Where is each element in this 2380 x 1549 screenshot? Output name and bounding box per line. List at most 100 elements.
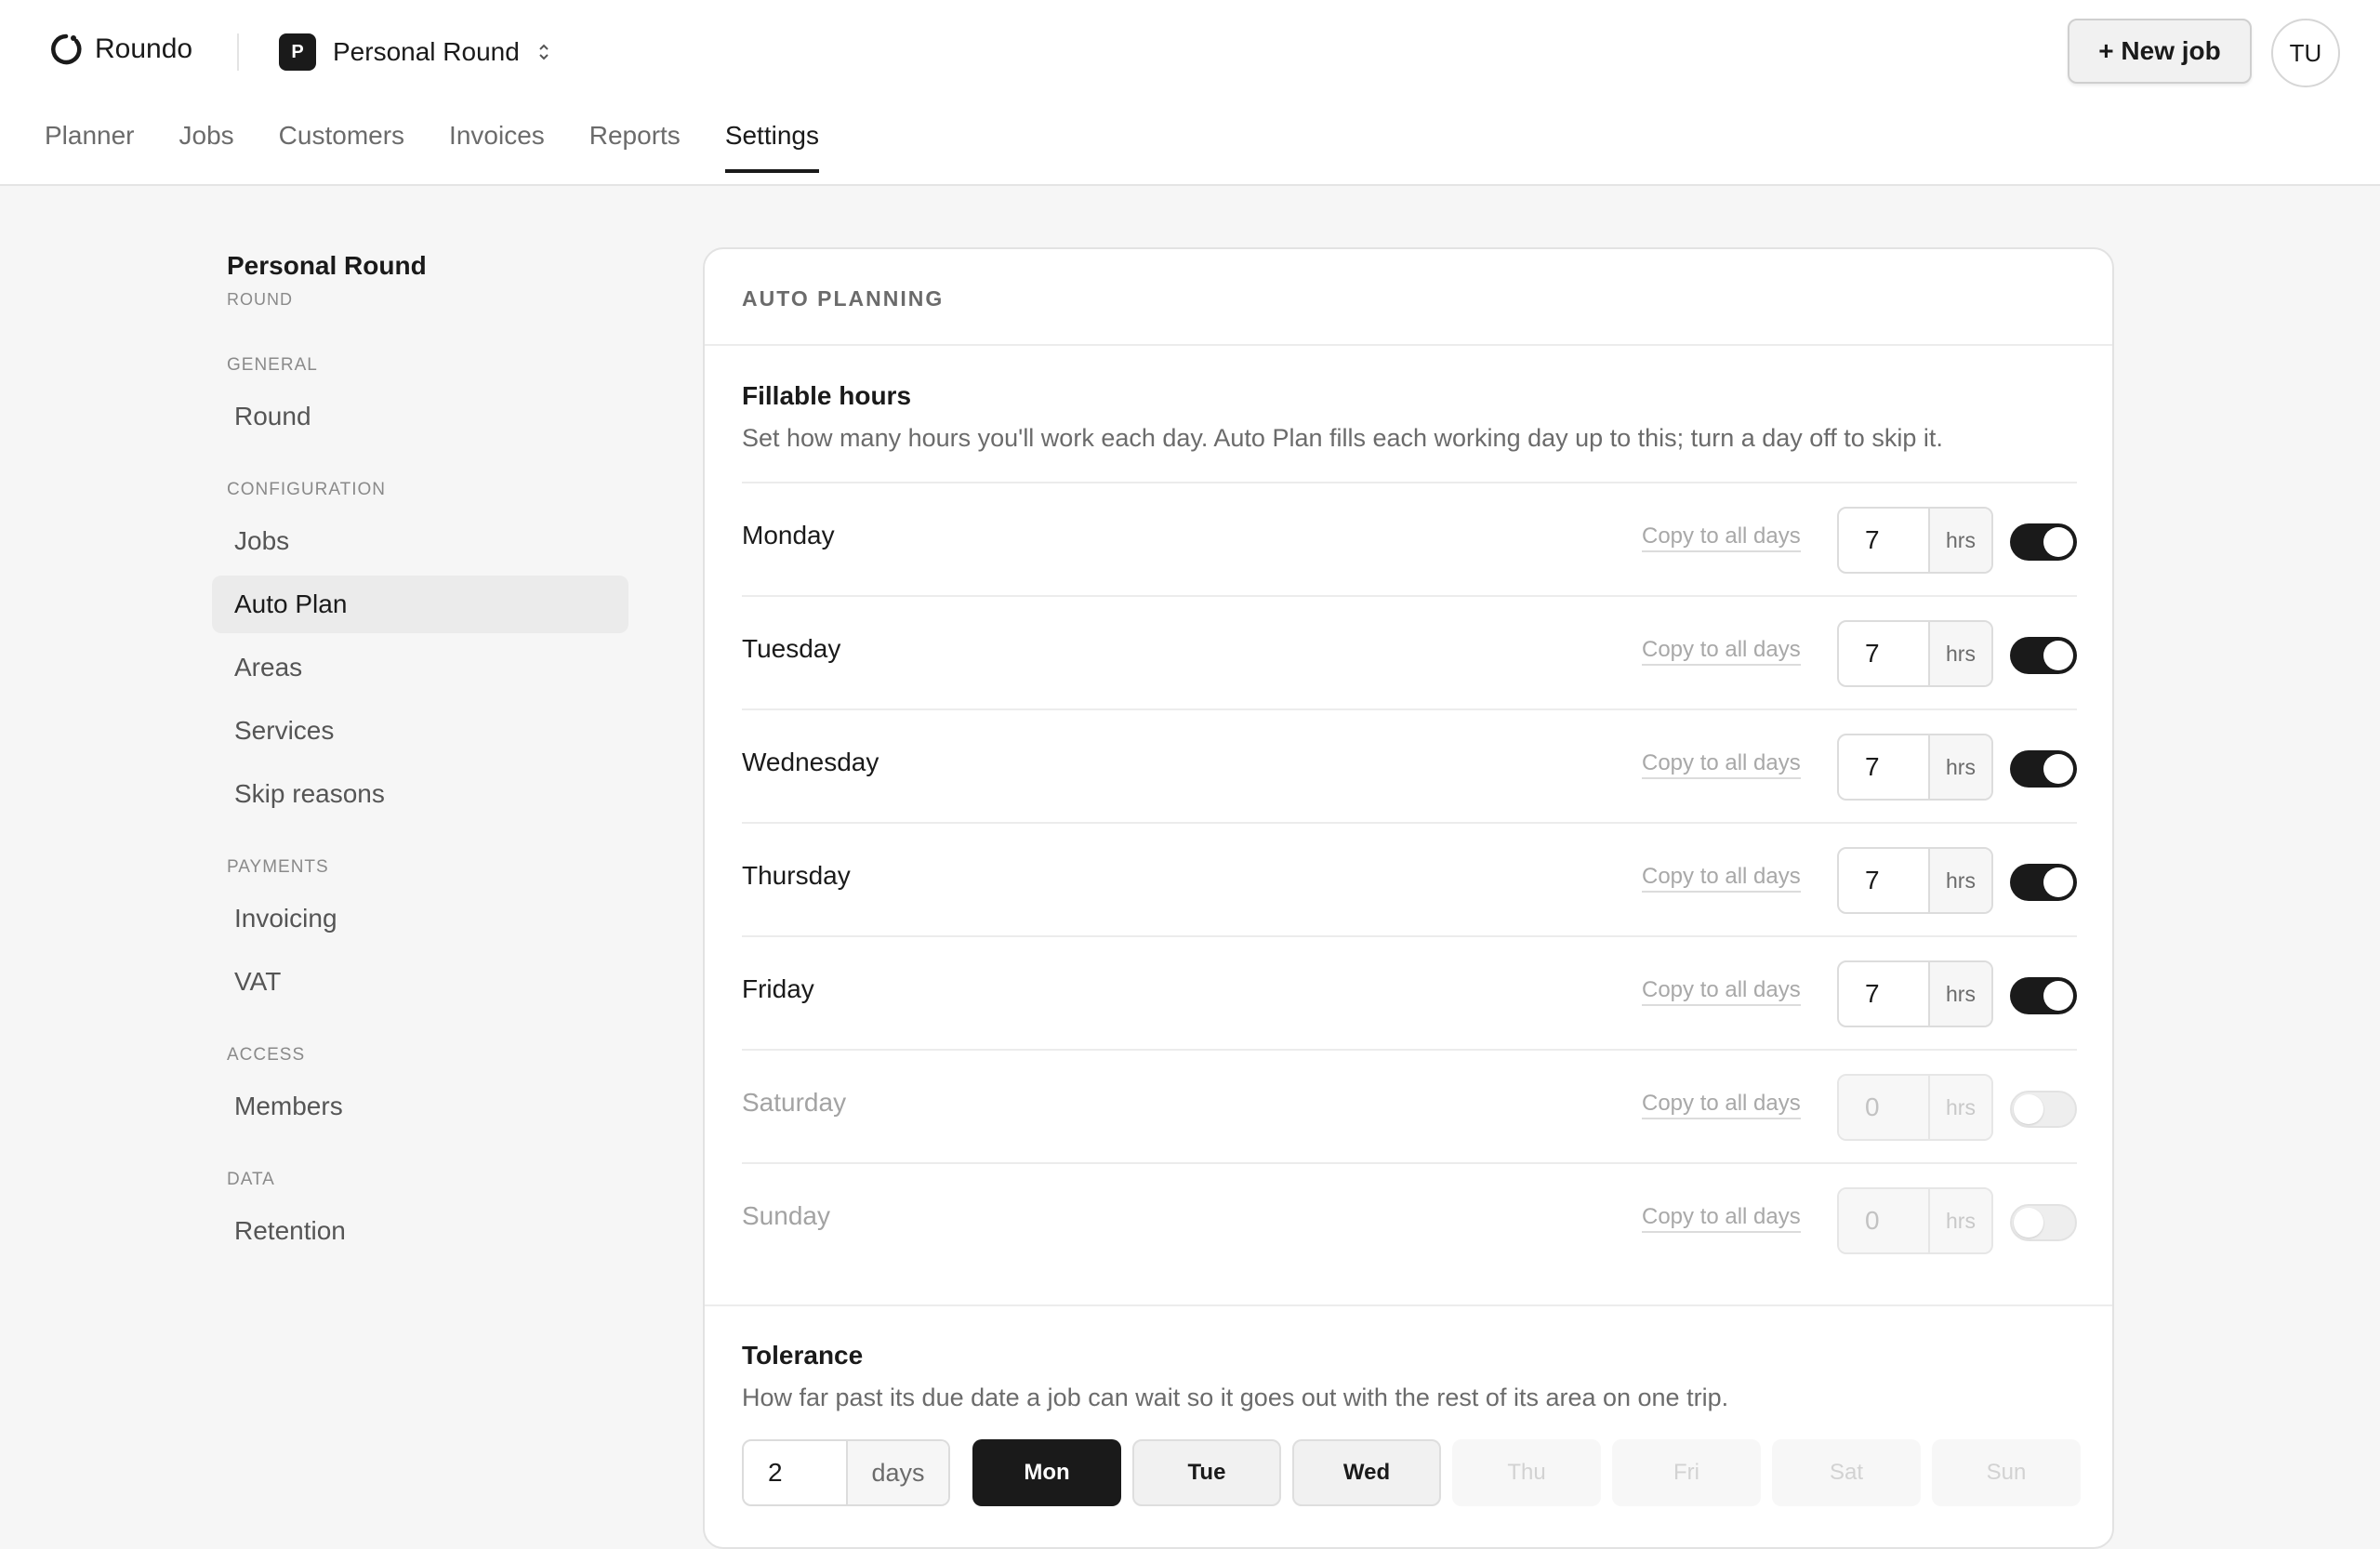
day-name: Saturday xyxy=(742,1088,847,1117)
tolerance-day-fri[interactable]: Fri xyxy=(1612,1439,1761,1506)
hours-input-group: 7 hrs xyxy=(1837,620,1993,687)
sidebar-item-vat[interactable]: VAT xyxy=(212,953,628,1011)
hours-unit: hrs xyxy=(1930,622,1991,685)
tolerance-days-unit: days xyxy=(848,1441,948,1504)
card-heading: AUTO PLANNING xyxy=(742,286,945,311)
tolerance-description: How far past its due date a job can wait… xyxy=(742,1384,1729,1411)
toggle-knob xyxy=(2014,1094,2043,1124)
tolerance-title: Tolerance xyxy=(742,1341,864,1370)
hours-unit: hrs xyxy=(1930,509,1991,572)
tab-planner[interactable]: Planner xyxy=(45,121,135,171)
day-row-thursday: Thursday Copy to all days 7 hrs xyxy=(742,822,2077,935)
hours-unit: hrs xyxy=(1930,735,1991,799)
hours-unit: hrs xyxy=(1930,1189,1991,1252)
day-enabled-toggle[interactable] xyxy=(2010,977,2077,1014)
tolerance-day-mon[interactable]: Mon xyxy=(972,1439,1121,1506)
hours-input[interactable]: 0 xyxy=(1839,1189,1930,1252)
copy-to-all-days-link[interactable]: Copy to all days xyxy=(1642,523,1801,553)
tab-invoices[interactable]: Invoices xyxy=(449,121,545,171)
copy-to-all-days-link[interactable]: Copy to all days xyxy=(1642,864,1801,894)
app-logo[interactable]: Roundo xyxy=(48,32,192,67)
tolerance-days-input-group: 2 days xyxy=(742,1439,950,1506)
copy-to-all-days-link[interactable]: Copy to all days xyxy=(1642,637,1801,667)
hours-unit: hrs xyxy=(1930,1076,1991,1139)
toggle-knob xyxy=(2043,981,2073,1011)
hours-input[interactable]: 0 xyxy=(1839,1076,1930,1139)
sidebar-item-areas[interactable]: Areas xyxy=(212,639,628,696)
fillable-hours-description: Set how many hours you'll work each day.… xyxy=(742,424,1943,452)
sidebar-item-services[interactable]: Services xyxy=(212,702,628,760)
copy-to-all-days-link[interactable]: Copy to all days xyxy=(1642,750,1801,780)
avatar[interactable]: TU xyxy=(2271,19,2340,87)
copy-to-all-days-link[interactable]: Copy to all days xyxy=(1642,977,1801,1007)
sidebar-group-configuration: CONFIGURATION xyxy=(227,480,386,499)
tolerance-day-tue[interactable]: Tue xyxy=(1132,1439,1281,1506)
toggle-knob xyxy=(2043,527,2073,557)
day-name: Sunday xyxy=(742,1201,830,1230)
sidebar-group-general: GENERAL xyxy=(227,355,318,375)
section-divider xyxy=(705,1304,2112,1306)
sidebar-item-retention[interactable]: Retention xyxy=(212,1202,628,1260)
app-name: Roundo xyxy=(95,33,193,64)
workspace-switcher[interactable]: P Personal Round xyxy=(279,33,551,71)
hours-input[interactable]: 7 xyxy=(1839,622,1930,685)
sidebar-title: Personal Round xyxy=(227,251,427,280)
tolerance-day-wed[interactable]: Wed xyxy=(1292,1439,1441,1506)
sidebar-item-auto-plan[interactable]: Auto Plan xyxy=(212,576,628,633)
auto-planning-card: AUTO PLANNING Fillable hours Set how man… xyxy=(703,247,2114,1549)
day-enabled-toggle[interactable] xyxy=(2010,750,2077,788)
card-header: AUTO PLANNING xyxy=(705,249,2112,346)
toggle-knob xyxy=(2014,1208,2043,1238)
hours-input[interactable]: 7 xyxy=(1839,962,1930,1026)
tolerance-days-input[interactable]: 2 xyxy=(744,1441,848,1504)
sidebar-subtitle: ROUND xyxy=(227,290,293,309)
chevron-up-down-icon xyxy=(539,44,549,60)
day-row-tuesday: Tuesday Copy to all days 7 hrs xyxy=(742,595,2077,708)
tab-jobs[interactable]: Jobs xyxy=(179,121,234,171)
sidebar-item-invoicing[interactable]: Invoicing xyxy=(212,890,628,947)
day-enabled-toggle[interactable] xyxy=(2010,864,2077,901)
workspace-name: Personal Round xyxy=(333,37,520,66)
tolerance-day-sat[interactable]: Sat xyxy=(1772,1439,1921,1506)
copy-to-all-days-link[interactable]: Copy to all days xyxy=(1642,1091,1801,1120)
tab-reports[interactable]: Reports xyxy=(589,121,681,171)
day-name: Friday xyxy=(742,974,814,1003)
hours-unit: hrs xyxy=(1930,849,1991,912)
sidebar-item-members[interactable]: Members xyxy=(212,1078,628,1135)
hours-unit: hrs xyxy=(1930,962,1991,1026)
hours-input-group: 7 hrs xyxy=(1837,847,1993,914)
hours-input-group: 7 hrs xyxy=(1837,507,1993,574)
main-nav: Planner Jobs Customers Invoices Reports … xyxy=(45,121,864,173)
toggle-knob xyxy=(2043,641,2073,670)
hours-input-group: 7 hrs xyxy=(1837,960,1993,1027)
day-row-friday: Friday Copy to all days 7 hrs xyxy=(742,935,2077,1049)
tolerance-day-sun[interactable]: Sun xyxy=(1932,1439,2081,1506)
hours-input-group: 0 hrs xyxy=(1837,1187,1993,1254)
day-row-monday: Monday Copy to all days 7 hrs xyxy=(742,482,2077,595)
tab-settings[interactable]: Settings xyxy=(724,121,820,173)
day-enabled-toggle[interactable] xyxy=(2010,1204,2077,1241)
sidebar-group-payments: PAYMENTS xyxy=(227,857,329,877)
toggle-knob xyxy=(2043,867,2073,897)
copy-to-all-days-link[interactable]: Copy to all days xyxy=(1642,1204,1801,1234)
sidebar-item-jobs[interactable]: Jobs xyxy=(212,512,628,570)
top-bar: Roundo P Personal Round + New job TU Pla… xyxy=(0,0,2380,186)
roundo-logo-icon xyxy=(51,33,82,65)
day-enabled-toggle[interactable] xyxy=(2010,1091,2077,1128)
day-name: Thursday xyxy=(742,861,851,890)
day-name: Wednesday xyxy=(742,748,879,776)
day-enabled-toggle[interactable] xyxy=(2010,523,2077,561)
sidebar-item-round[interactable]: Round xyxy=(212,388,628,445)
hours-input[interactable]: 7 xyxy=(1839,735,1930,799)
fillable-hours-title: Fillable hours xyxy=(742,381,912,410)
hours-input-group: 0 hrs xyxy=(1837,1074,1993,1141)
tolerance-day-thu[interactable]: Thu xyxy=(1452,1439,1601,1506)
sidebar-item-skip-reasons[interactable]: Skip reasons xyxy=(212,765,628,823)
new-job-button[interactable]: + New job xyxy=(2068,19,2252,84)
day-enabled-toggle[interactable] xyxy=(2010,637,2077,674)
sidebar-group-data: DATA xyxy=(227,1170,275,1189)
tab-customers[interactable]: Customers xyxy=(279,121,404,171)
hours-input[interactable]: 7 xyxy=(1839,849,1930,912)
day-name: Monday xyxy=(742,521,835,549)
hours-input[interactable]: 7 xyxy=(1839,509,1930,572)
